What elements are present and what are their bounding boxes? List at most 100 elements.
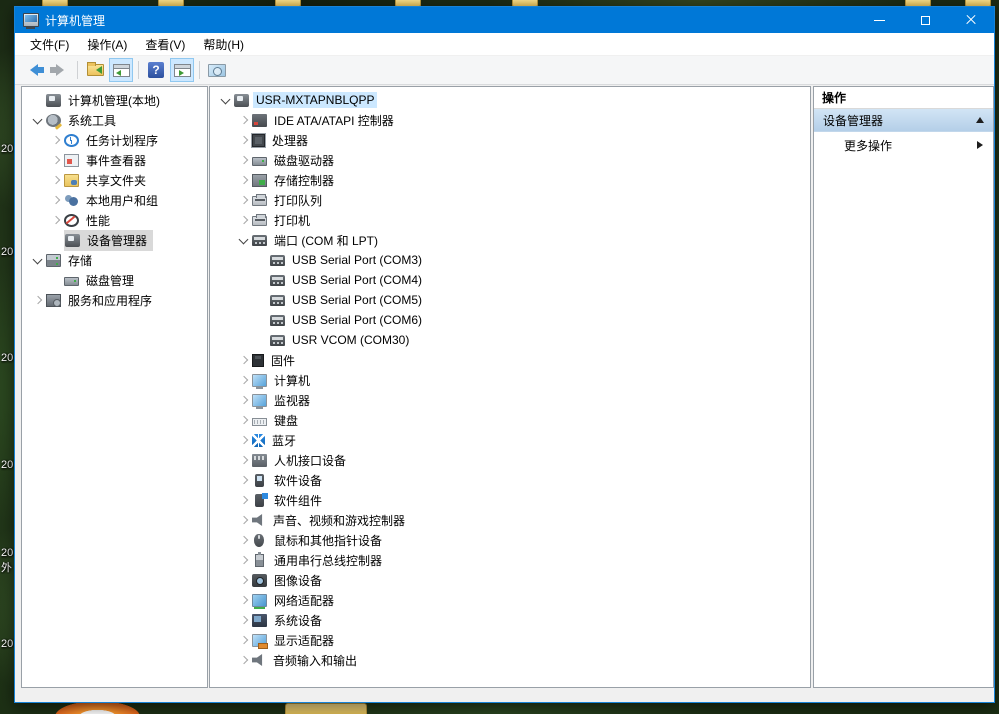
tree-item[interactable]: 共享文件夹 [22, 170, 207, 190]
more-actions-item[interactable]: 更多操作 [814, 132, 993, 158]
tree-item-label: 网络适配器 [271, 591, 337, 610]
tree-item-label: 处理器 [269, 131, 311, 150]
tree-item[interactable]: 磁盘驱动器 [210, 150, 810, 170]
tree-item[interactable]: 图像设备 [210, 570, 810, 590]
chevron-collapsed-icon[interactable] [236, 652, 252, 668]
tree-item[interactable]: USR-MXTAPNBLQPP [210, 90, 810, 110]
chevron-collapsed-icon[interactable] [236, 212, 252, 228]
chevron-collapsed-icon[interactable] [236, 552, 252, 568]
tree-item-label: 固件 [268, 351, 298, 370]
tree-item[interactable]: 设备管理器 [22, 230, 207, 250]
chevron-collapsed-icon[interactable] [236, 412, 252, 428]
maximize-button[interactable] [902, 7, 948, 33]
forward-button[interactable] [48, 58, 72, 82]
tree-item[interactable]: IDE ATA/ATAPI 控制器 [210, 110, 810, 130]
tree-item[interactable]: USB Serial Port (COM3) [210, 250, 810, 270]
tree-item[interactable]: 磁盘管理 [22, 270, 207, 290]
help-button[interactable] [144, 58, 168, 82]
tree-item[interactable]: USR VCOM (COM30) [210, 330, 810, 350]
tree-item[interactable]: 显示适配器 [210, 630, 810, 650]
chevron-placeholder [48, 232, 64, 248]
chevron-collapsed-icon[interactable] [236, 452, 252, 468]
chevron-collapsed-icon[interactable] [236, 512, 252, 528]
chevron-collapsed-icon[interactable] [48, 132, 64, 148]
chevron-collapsed-icon[interactable] [236, 372, 252, 388]
monitor-magnifier-icon [208, 64, 226, 77]
collapse-arrow-icon[interactable] [976, 117, 984, 123]
back-button[interactable] [22, 58, 46, 82]
tree-item[interactable]: 打印机 [210, 210, 810, 230]
minimize-button[interactable] [856, 7, 902, 33]
tree-item[interactable]: 性能 [22, 210, 207, 230]
chevron-collapsed-icon[interactable] [48, 152, 64, 168]
chevron-collapsed-icon[interactable] [236, 172, 252, 188]
tree-item[interactable]: 系统设备 [210, 610, 810, 630]
tree-item[interactable]: 网络适配器 [210, 590, 810, 610]
tree-item[interactable]: 本地用户和组 [22, 190, 207, 210]
chevron-collapsed-icon[interactable] [236, 472, 252, 488]
tree-item-label: 通用串行总线控制器 [271, 551, 385, 570]
chevron-collapsed-icon[interactable] [236, 632, 252, 648]
chevron-expanded-icon[interactable] [30, 252, 46, 268]
chevron-collapsed-icon[interactable] [236, 352, 252, 368]
chevron-collapsed-icon[interactable] [236, 532, 252, 548]
window-title: 计算机管理 [45, 12, 105, 29]
tree-item[interactable]: 服务和应用程序 [22, 290, 207, 310]
tree-item[interactable]: 音频输入和输出 [210, 650, 810, 670]
chevron-collapsed-icon[interactable] [236, 192, 252, 208]
tree-item[interactable]: 计算机 [210, 370, 810, 390]
properties-button[interactable] [205, 58, 229, 82]
chevron-expanded-icon[interactable] [30, 112, 46, 128]
tree-item[interactable]: 打印队列 [210, 190, 810, 210]
chevron-collapsed-icon[interactable] [236, 492, 252, 508]
tree-item[interactable]: 鼠标和其他指针设备 [210, 530, 810, 550]
chevron-collapsed-icon[interactable] [48, 172, 64, 188]
action-pane-toggle-button[interactable] [170, 58, 194, 82]
chevron-collapsed-icon[interactable] [236, 112, 252, 128]
tree-item[interactable]: USB Serial Port (COM4) [210, 270, 810, 290]
menu-help[interactable]: 帮助(H) [194, 33, 253, 55]
chevron-collapsed-icon[interactable] [236, 152, 252, 168]
tree-item[interactable]: 存储 [22, 250, 207, 270]
menu-action[interactable]: 操作(A) [78, 33, 136, 55]
tree-item[interactable]: 计算机管理(本地) [22, 90, 207, 110]
actions-group-device-manager[interactable]: 设备管理器 [814, 109, 993, 132]
tree-item[interactable]: 通用串行总线控制器 [210, 550, 810, 570]
chevron-collapsed-icon[interactable] [236, 612, 252, 628]
chevron-collapsed-icon[interactable] [236, 132, 252, 148]
chevron-collapsed-icon[interactable] [48, 192, 64, 208]
tree-item[interactable]: 任务计划程序 [22, 130, 207, 150]
tree-item[interactable]: 软件设备 [210, 470, 810, 490]
tree-item[interactable]: 存储控制器 [210, 170, 810, 190]
tree-item[interactable]: 事件查看器 [22, 150, 207, 170]
title-bar[interactable]: 计算机管理 [15, 7, 994, 33]
console-tree-toggle-button[interactable] [109, 58, 133, 82]
serial-port-icon [270, 275, 285, 286]
chevron-collapsed-icon[interactable] [236, 432, 252, 448]
chevron-placeholder [254, 272, 270, 288]
tree-item[interactable]: 监视器 [210, 390, 810, 410]
tree-item[interactable]: USB Serial Port (COM6) [210, 310, 810, 330]
chevron-collapsed-icon[interactable] [30, 292, 46, 308]
tree-item[interactable]: 声音、视频和游戏控制器 [210, 510, 810, 530]
serial-port-icon [252, 235, 267, 246]
chevron-expanded-icon[interactable] [236, 232, 252, 248]
chevron-expanded-icon[interactable] [218, 92, 234, 108]
tree-item[interactable]: 软件组件 [210, 490, 810, 510]
tree-item[interactable]: 系统工具 [22, 110, 207, 130]
tree-item[interactable]: 固件 [210, 350, 810, 370]
chevron-collapsed-icon[interactable] [236, 572, 252, 588]
export-list-button[interactable] [83, 58, 107, 82]
menu-file[interactable]: 文件(F) [21, 33, 78, 55]
tree-item[interactable]: 键盘 [210, 410, 810, 430]
tree-item[interactable]: USB Serial Port (COM5) [210, 290, 810, 310]
tree-item[interactable]: 处理器 [210, 130, 810, 150]
chevron-collapsed-icon[interactable] [236, 592, 252, 608]
close-button[interactable] [948, 7, 994, 33]
chevron-collapsed-icon[interactable] [236, 392, 252, 408]
tree-item[interactable]: 蓝牙 [210, 430, 810, 450]
menu-view[interactable]: 查看(V) [136, 33, 194, 55]
tree-item[interactable]: 人机接口设备 [210, 450, 810, 470]
tree-item[interactable]: 端口 (COM 和 LPT) [210, 230, 810, 250]
chevron-collapsed-icon[interactable] [48, 212, 64, 228]
